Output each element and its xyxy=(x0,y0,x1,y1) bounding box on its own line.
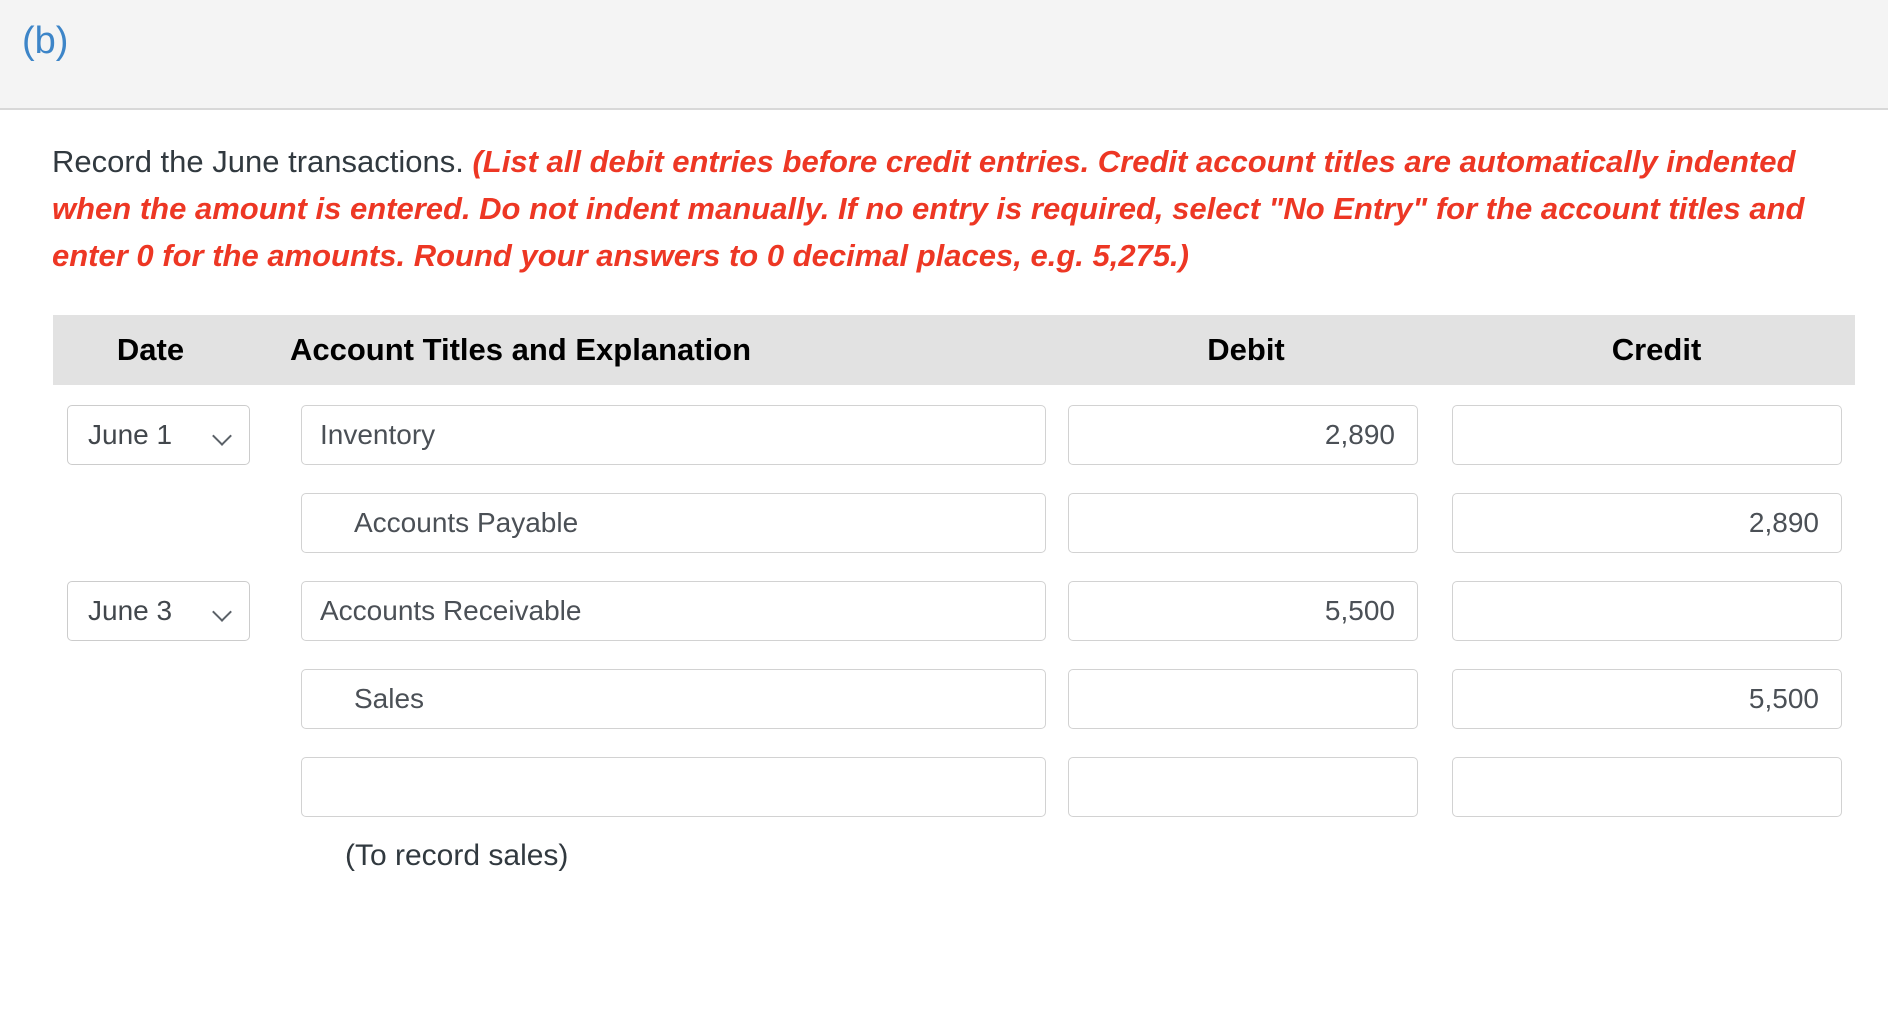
date-cell xyxy=(53,669,248,729)
credit-cell xyxy=(1438,581,1855,641)
date-cell: June 3 xyxy=(53,581,250,641)
column-header-credit-cell: Credit xyxy=(1438,332,1855,368)
date-cell xyxy=(53,493,248,553)
column-header-credit: Credit xyxy=(1611,332,1702,367)
debit-input-2[interactable]: 5,500 xyxy=(1068,581,1418,641)
part-label: (b) xyxy=(22,20,69,62)
journal-entry-table: Date Account Titles and Explanation Debi… xyxy=(53,315,1855,873)
account-title-input-2[interactable]: Accounts Receivable xyxy=(301,581,1046,641)
debit-cell xyxy=(1038,669,1438,729)
account-cell xyxy=(248,757,1046,817)
table-row: Sales 5,500 xyxy=(53,649,1855,737)
account-cell: Accounts Receivable xyxy=(248,581,1046,641)
credit-input-0[interactable] xyxy=(1452,405,1842,465)
credit-input-2[interactable] xyxy=(1452,581,1842,641)
date-select-value-0: June 1 xyxy=(88,419,173,450)
column-header-debit: Debit xyxy=(1207,332,1285,367)
account-cell: Accounts Payable xyxy=(248,493,1046,553)
credit-input-1[interactable]: 2,890 xyxy=(1452,493,1842,553)
entry-caption: (To record sales) xyxy=(345,839,569,872)
section-header-band: (b) xyxy=(0,0,1888,110)
date-select-0[interactable]: June 1 xyxy=(67,405,250,465)
column-header-date: Date xyxy=(116,332,185,367)
table-row: June 3 Accounts Receivable 5,500 xyxy=(53,561,1855,649)
debit-input-4[interactable] xyxy=(1068,757,1418,817)
table-row xyxy=(53,737,1855,825)
table-row: June 1 Inventory 2,890 xyxy=(53,385,1855,473)
account-title-input-4[interactable] xyxy=(301,757,1046,817)
debit-cell: 2,890 xyxy=(1038,405,1438,465)
debit-input-1[interactable] xyxy=(1068,493,1418,553)
debit-input-0[interactable]: 2,890 xyxy=(1068,405,1418,465)
instructions-block: Record the June transactions. (List all … xyxy=(0,110,1882,279)
account-title-input-3[interactable]: Sales xyxy=(301,669,1046,729)
column-header-account: Account Titles and Explanation xyxy=(290,332,752,367)
account-title-input-1[interactable]: Accounts Payable xyxy=(301,493,1046,553)
debit-cell xyxy=(1038,493,1438,553)
credit-cell: 5,500 xyxy=(1438,669,1855,729)
credit-input-3[interactable]: 5,500 xyxy=(1452,669,1842,729)
account-cell: Inventory xyxy=(248,405,1046,465)
column-header-date-cell: Date xyxy=(53,332,248,368)
table-header-row: Date Account Titles and Explanation Debi… xyxy=(53,315,1855,385)
instructions-lead-text: Record the June transactions. xyxy=(52,144,464,179)
date-cell xyxy=(53,757,248,817)
column-header-debit-cell: Debit xyxy=(1038,332,1438,368)
credit-input-4[interactable] xyxy=(1452,757,1842,817)
date-select-2[interactable]: June 3 xyxy=(67,581,250,641)
credit-cell: 2,890 xyxy=(1438,493,1855,553)
chevron-down-icon xyxy=(213,429,233,441)
date-select-value-2: June 3 xyxy=(88,595,173,626)
credit-cell xyxy=(1438,405,1855,465)
debit-input-3[interactable] xyxy=(1068,669,1418,729)
column-header-account-cell: Account Titles and Explanation xyxy=(248,332,1038,368)
account-title-input-0[interactable]: Inventory xyxy=(301,405,1046,465)
chevron-down-icon xyxy=(213,605,233,617)
table-row: Accounts Payable 2,890 xyxy=(53,473,1855,561)
date-cell: June 1 xyxy=(53,405,250,465)
debit-cell: 5,500 xyxy=(1038,581,1438,641)
account-cell: Sales xyxy=(248,669,1046,729)
credit-cell xyxy=(1438,757,1855,817)
debit-cell xyxy=(1038,757,1438,817)
